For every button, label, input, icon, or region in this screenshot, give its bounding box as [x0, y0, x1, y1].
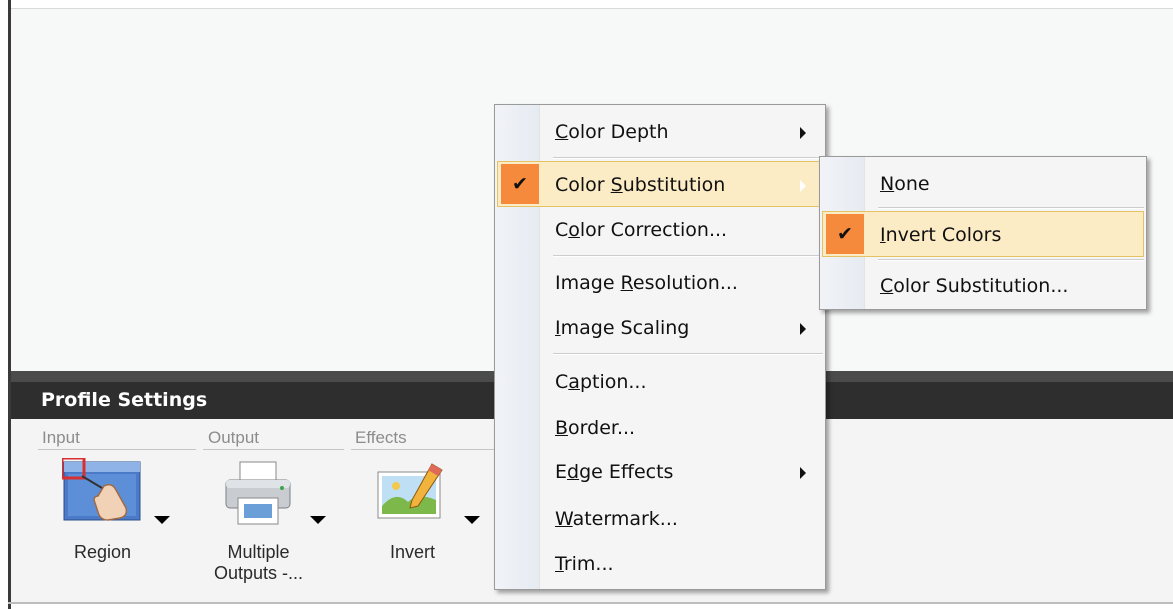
section-rule-input — [38, 449, 196, 450]
output-button[interactable]: Multiple Outputs -... — [196, 458, 326, 598]
submenu-arrow-icon — [800, 323, 806, 335]
output-label: Multiple Outputs -... — [196, 540, 321, 585]
submenu-arrow-icon — [800, 467, 806, 479]
section-label-effects: Effects — [355, 428, 407, 447]
region-dropdown-caret[interactable] — [154, 516, 170, 524]
submenu-item-label: None — [880, 173, 930, 195]
submenu-separator — [878, 259, 1144, 261]
menu-item-caption[interactable]: Caption... — [497, 359, 823, 405]
menu-item-label: Caption... — [555, 371, 647, 393]
region-capture-icon — [60, 456, 142, 528]
menu-item-edge-effects[interactable]: Edge Effects — [497, 449, 823, 495]
output-label-line2: Outputs -... — [213, 563, 304, 583]
submenu-arrow-icon — [800, 127, 806, 139]
submenu-separator — [878, 207, 1144, 209]
menu-separator — [553, 157, 823, 159]
submenu-item-none[interactable]: None — [822, 161, 1144, 207]
menu-item-color-substitution[interactable]: ✔ Color Substitution — [497, 161, 823, 207]
region-label: Region — [73, 542, 132, 562]
checkmark-icon: ✔ — [501, 164, 539, 204]
menu-item-border[interactable]: Border... — [497, 405, 823, 451]
menu-separator — [553, 353, 823, 355]
submenu-item-color-substitution-dialog[interactable]: Color Substitution... — [822, 263, 1144, 309]
output-dropdown-caret[interactable] — [310, 516, 326, 524]
menu-item-color-correction[interactable]: Color Correction... — [497, 207, 823, 253]
submenu-item-invert-colors[interactable]: ✔ Invert Colors — [822, 211, 1144, 257]
effects-button[interactable]: Invert — [350, 458, 480, 598]
region-input-button[interactable]: Region — [40, 456, 170, 598]
submenu-item-label: Invert Colors — [880, 224, 1002, 246]
menu-item-label: Image Resolution... — [555, 272, 738, 294]
menu-item-label: Image Scaling — [555, 317, 690, 339]
menu-item-label: Trim... — [555, 553, 614, 575]
effects-dropdown-caret[interactable] — [464, 516, 480, 524]
checkmark-icon: ✔ — [826, 214, 864, 254]
section-rule-effects — [351, 449, 496, 450]
menu-item-label: Watermark... — [555, 508, 678, 530]
panel-title: Profile Settings — [41, 389, 208, 411]
effects-label: Invert — [389, 542, 436, 562]
menu-item-watermark[interactable]: Watermark... — [497, 496, 823, 542]
printer-icon — [218, 458, 298, 528]
menu-item-trim[interactable]: Trim... — [497, 541, 823, 587]
bottom-rule — [8, 602, 1173, 604]
section-label-output: Output — [208, 428, 260, 447]
section-label-input: Input — [42, 428, 80, 447]
submenu-item-label: Color Substitution... — [880, 275, 1069, 297]
section-rule-output — [203, 449, 344, 450]
submenu-arrow-icon — [800, 180, 806, 192]
color-substitution-submenu: None ✔ Invert Colors Color Substitution.… — [819, 156, 1147, 310]
menu-item-image-resolution[interactable]: Image Resolution... — [497, 260, 823, 306]
image-edit-icon — [372, 458, 452, 528]
effects-context-menu: Color Depth ✔ Color Substitution Color C… — [494, 104, 826, 590]
menu-item-label: Color Substitution — [555, 174, 726, 196]
menu-item-label: Edge Effects — [555, 461, 674, 483]
menu-item-label: Border... — [555, 417, 636, 439]
menu-item-image-scaling[interactable]: Image Scaling — [497, 305, 823, 351]
menu-item-label: Color Correction... — [555, 219, 728, 241]
menu-separator — [553, 255, 823, 257]
menu-item-label: Color Depth — [555, 121, 669, 143]
menu-item-color-depth[interactable]: Color Depth — [497, 109, 823, 155]
